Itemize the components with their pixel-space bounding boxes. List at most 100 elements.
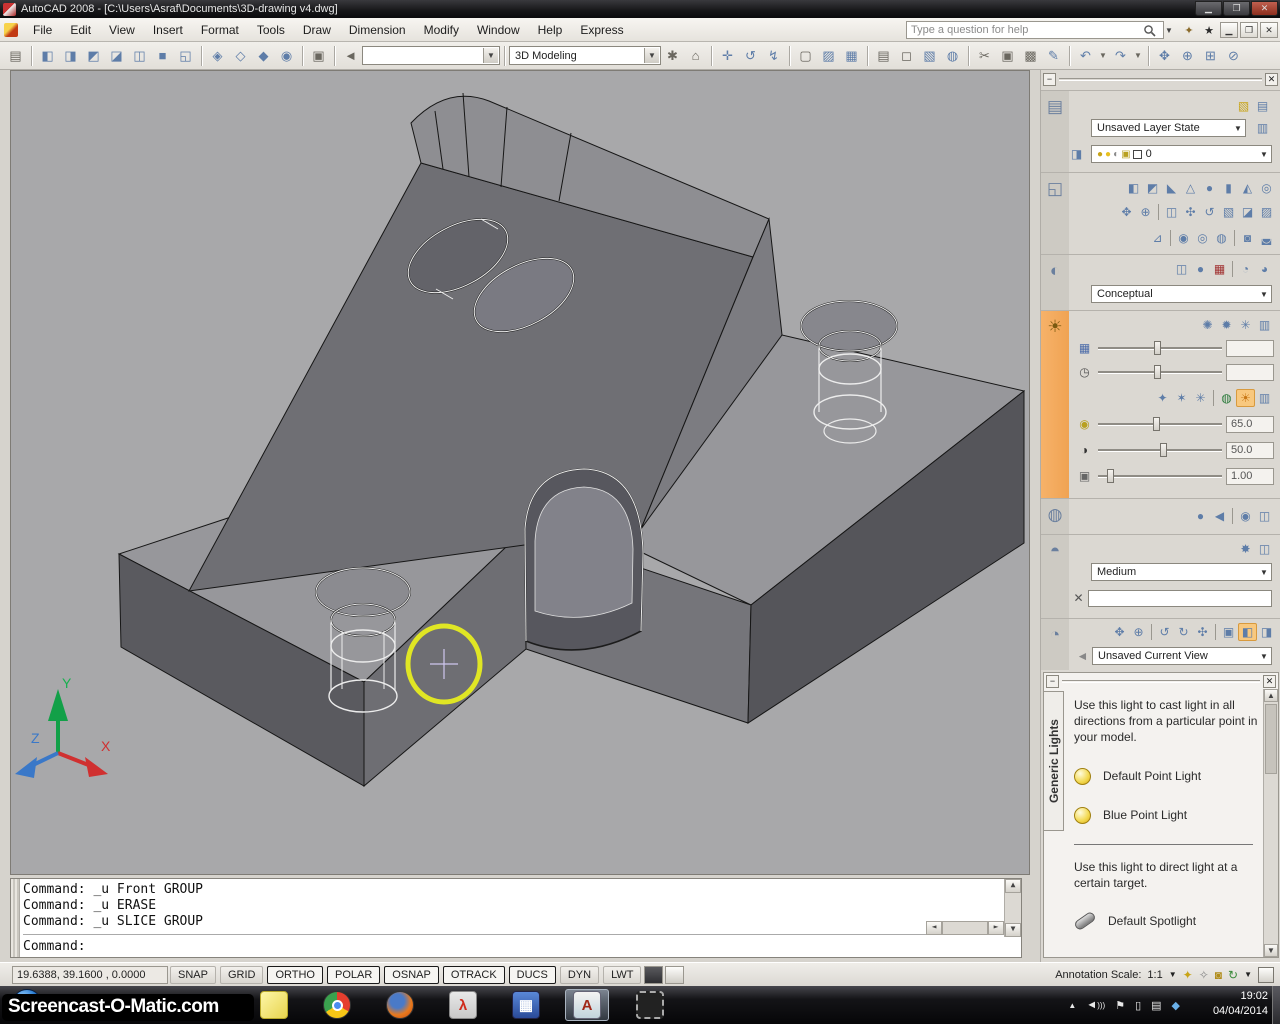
new-file-icon[interactable]: ▢	[795, 45, 816, 66]
materials-editor-icon[interactable]: ●	[1191, 507, 1210, 525]
view-box-front-icon[interactable]: ◫	[129, 45, 150, 66]
layer-freeze-sun-icon[interactable]: ●	[1105, 149, 1111, 160]
tab-generic-lights[interactable]: Generic Lights	[1044, 691, 1064, 831]
copy-icon[interactable]: ▣	[997, 45, 1018, 66]
show-desktop-button[interactable]	[1272, 986, 1280, 1024]
current-view-combo[interactable]: Unsaved Current View ▼	[1092, 647, 1272, 665]
redo-dropdown-icon[interactable]: ▼	[1133, 45, 1143, 66]
sphere-icon[interactable]: ●	[1200, 179, 1219, 197]
tool-default-spotlight[interactable]: Default Spotlight	[1074, 913, 1259, 929]
toggle-ortho[interactable]: ORTHO	[267, 966, 323, 984]
tool-blue-point-light[interactable]: Blue Point Light	[1074, 807, 1259, 824]
window-close-button[interactable]: ✕	[1251, 1, 1278, 16]
layer-manager-icon[interactable]: ▥	[1253, 119, 1272, 137]
menu-file[interactable]: File	[24, 20, 61, 40]
view-box-back-icon[interactable]: ■	[152, 45, 173, 66]
doc-close-button[interactable]: ✕	[1260, 22, 1278, 38]
command-window-grip[interactable]	[11, 879, 20, 957]
layer-lock-icon[interactable]: ◐	[1113, 149, 1119, 160]
toolbar-lock-icon[interactable]: ◙	[1215, 968, 1222, 982]
power-plug-icon[interactable]: ▯	[1135, 999, 1141, 1012]
tool-default-point-light[interactable]: Default Point Light	[1074, 768, 1259, 785]
restore-view-icon[interactable]: ◄	[1073, 647, 1092, 665]
3d-pan-icon[interactable]: ✛	[717, 45, 738, 66]
scroll-left-icon[interactable]: ◄	[926, 921, 942, 935]
parallel-projection-icon[interactable]: ◧	[1238, 623, 1257, 641]
layer-state-combo[interactable]: Unsaved Layer State ▼	[1091, 119, 1246, 137]
menu-format[interactable]: Format	[192, 20, 248, 40]
light-panel-icon[interactable]: ☀	[1041, 311, 1069, 498]
scroll-up-icon[interactable]: ▲	[1264, 689, 1278, 702]
3d-move-icon[interactable]: ✥	[1117, 203, 1136, 221]
coordinates-readout[interactable]: 19.6388, 39.1600 , 0.0000	[12, 966, 168, 984]
render-output-icon[interactable]: ✕	[1069, 589, 1088, 607]
chevron-down-icon[interactable]: ▼	[1257, 146, 1271, 162]
layers-panel-icon[interactable]: ▤	[1041, 91, 1069, 172]
loft-icon[interactable]: ▧	[1219, 203, 1238, 221]
polysolid-icon[interactable]: ◧	[1124, 179, 1143, 197]
brightness-bulb-icon[interactable]: ◉	[1075, 415, 1094, 433]
sheet-set-icon[interactable]: ▤	[5, 45, 26, 66]
toggle-osnap[interactable]: OSNAP	[384, 966, 439, 984]
status-menu-dropdown-icon[interactable]: ▼	[1244, 970, 1252, 979]
doc-restore-button[interactable]: ❐	[1240, 22, 1258, 38]
save-file-icon[interactable]: ▦	[841, 45, 862, 66]
taskbar-autocad-active[interactable]: A	[565, 989, 609, 1021]
section-plane-icon[interactable]: ◛	[1257, 229, 1276, 247]
material-mapping-icon[interactable]: ◉	[1236, 507, 1255, 525]
layer-combo[interactable]: ● ● ◐ ▣ 0 ▼	[1091, 145, 1272, 163]
scroll-down-icon[interactable]: ▼	[1005, 923, 1021, 937]
spotlight-icon[interactable]: ✹	[1217, 316, 1236, 334]
window-restore-button[interactable]: ❐	[1223, 1, 1250, 16]
no-shadows-icon[interactable]: ✳	[1191, 389, 1210, 407]
taskbar-sticky-notes[interactable]	[252, 989, 296, 1021]
window-minimize-button[interactable]: ▁	[1195, 1, 1222, 16]
torus-icon[interactable]: ◎	[1257, 179, 1276, 197]
extrude-icon[interactable]: ◫	[1162, 203, 1181, 221]
dashboard-minimize-button[interactable]: −	[1043, 73, 1056, 86]
layer-on-bulb-icon[interactable]: ●	[1097, 149, 1103, 160]
view-box-bottom-icon[interactable]: ◨	[60, 45, 81, 66]
visual-style-combo[interactable]: Conceptual ▼	[1091, 285, 1272, 303]
clean-screen-button[interactable]	[1258, 967, 1274, 983]
publish-icon[interactable]: ▧	[919, 45, 940, 66]
date-slider[interactable]	[1098, 341, 1222, 355]
tray-settings-icon[interactable]: ↻	[1228, 968, 1238, 982]
scroll-up-icon[interactable]: ▲	[1005, 879, 1021, 893]
dropbox-icon[interactable]: ◆	[1172, 999, 1180, 1012]
autoscale-annotation-icon[interactable]: ✧	[1199, 968, 1209, 982]
wedge-icon[interactable]: ◣	[1162, 179, 1181, 197]
midtones-value[interactable]: 1.00	[1226, 468, 1274, 485]
redo-icon[interactable]: ↷	[1110, 45, 1131, 66]
time-slider[interactable]	[1098, 365, 1222, 379]
command-horizontal-scrollbar[interactable]: ◄ ►	[926, 921, 1004, 935]
taskbar-clock[interactable]: 19:02 04/04/2014	[1213, 989, 1268, 1019]
render-preset-combo[interactable]: Medium ▼	[1091, 563, 1272, 581]
subtract-icon[interactable]: ◎	[1193, 229, 1212, 247]
workspace-settings-gear-icon[interactable]: ✱	[662, 45, 683, 66]
communication-center-icon[interactable]: ✦	[1180, 21, 1198, 39]
contrast-slider[interactable]	[1098, 443, 1222, 457]
drawing-canvas[interactable]: Y X Z	[10, 70, 1030, 875]
menu-help[interactable]: Help	[529, 20, 572, 40]
3d-walk-icon[interactable]: ↯	[763, 45, 784, 66]
volume-icon[interactable]: ◄)))	[1086, 999, 1105, 1011]
date-value-box[interactable]	[1226, 340, 1274, 357]
undo-dropdown-icon[interactable]: ▼	[1098, 45, 1108, 66]
zoom-realtime-icon[interactable]: ⊕	[1177, 45, 1198, 66]
sun-properties-icon[interactable]: ▥	[1255, 389, 1274, 407]
palette-minimize-button[interactable]: −	[1046, 675, 1059, 688]
shadows-icon[interactable]: ✶	[1172, 389, 1191, 407]
chevron-down-icon[interactable]: ▼	[1257, 564, 1271, 580]
toggle-otrack[interactable]: OTRACK	[443, 966, 505, 984]
revolve-icon[interactable]: ↺	[1200, 203, 1219, 221]
menu-dimension[interactable]: Dimension	[340, 20, 415, 40]
toggle-polar[interactable]: POLAR	[327, 966, 380, 984]
scroll-right-icon[interactable]: ►	[988, 921, 1004, 935]
view-back-arrow-icon[interactable]: ◄	[340, 45, 361, 66]
annotation-scale-value[interactable]: 1:1	[1147, 969, 1162, 981]
view-ne-iso-icon[interactable]: ◆	[253, 45, 274, 66]
scrollbar-thumb[interactable]	[1265, 704, 1277, 774]
favorites-star-icon[interactable]: ★	[1200, 21, 1218, 39]
edge-overhang-icon[interactable]: ◔	[1236, 260, 1255, 278]
